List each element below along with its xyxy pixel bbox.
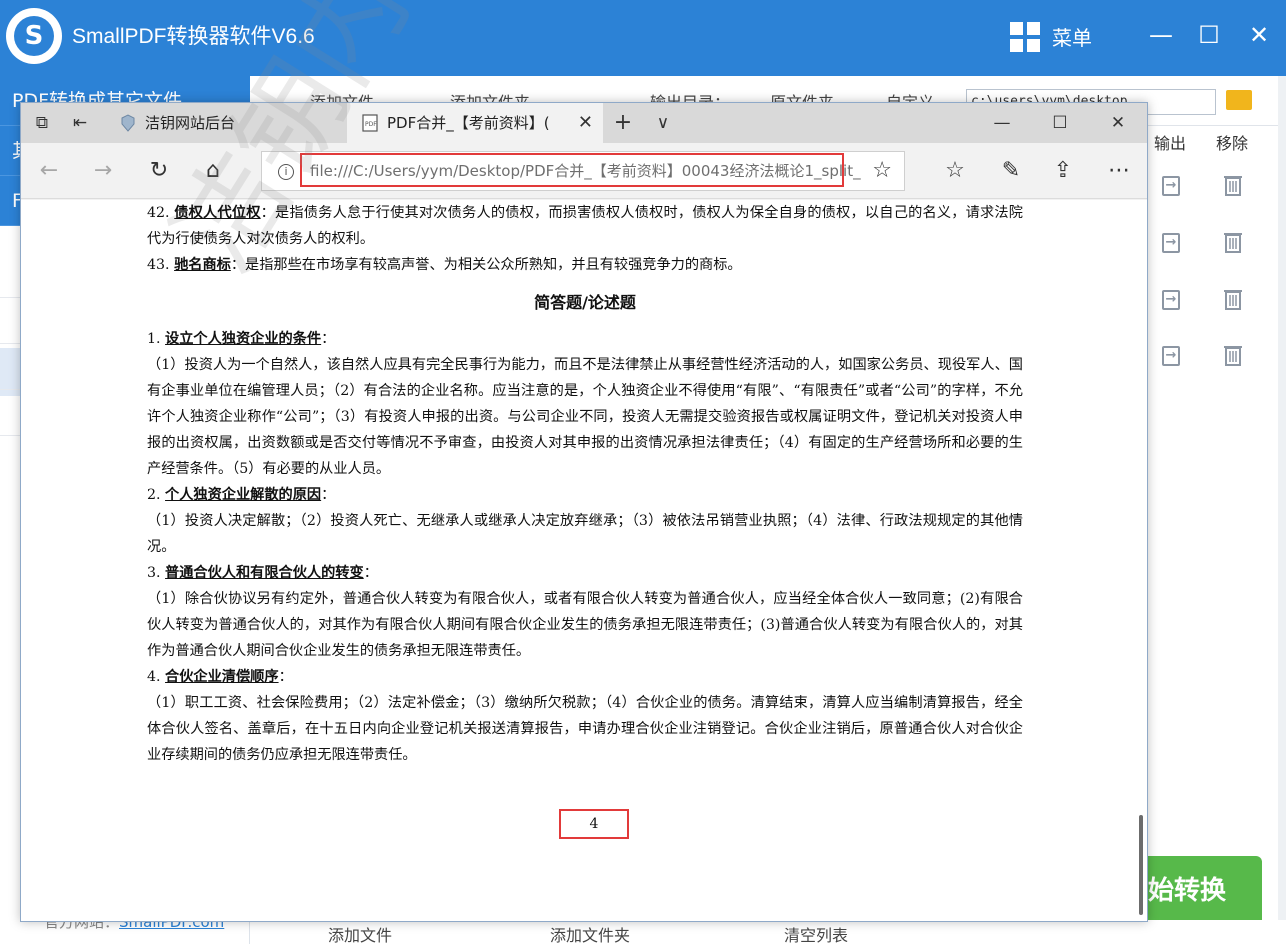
colon: ： <box>321 331 336 347</box>
trash-icon[interactable] <box>1224 231 1242 253</box>
menu-button[interactable]: 菜单 <box>1052 24 1092 52</box>
app-minimize-button[interactable]: — <box>1146 20 1176 50</box>
site-icon <box>121 114 135 132</box>
answer-body: （1）投资人为一个自然人，该自然人应具有完全民事行为能力，而且不是法律禁止从事经… <box>147 357 1023 477</box>
app-close-button[interactable]: ✕ <box>1244 20 1274 50</box>
question-title: 3. 普通合伙人和有限合伙人的转变： <box>147 560 1023 586</box>
pdf-viewer[interactable]: 洁钥内部资 42. 债权人代位权：是指债务人怠于行使其对次债务人的债权，而损害债… <box>21 0 1147 921</box>
more-options-icon[interactable]: ⋯ <box>1099 143 1139 199</box>
trash-icon[interactable] <box>1224 344 1242 366</box>
app-title: SmallPDF转换器软件V6.6 <box>72 25 315 48</box>
browser-minimize-button[interactable]: — <box>987 103 1017 143</box>
set-tabs-aside-icon[interactable]: ⇤ <box>63 103 97 143</box>
tab-label: PDF合并_【考前资料】( <box>387 114 550 132</box>
pdf-icon: PDF <box>362 114 378 132</box>
browser-close-button[interactable]: ✕ <box>1103 103 1133 143</box>
output-open-icon[interactable]: → <box>1162 290 1180 310</box>
answer-body: （1）投资人决定解散；（2）投资人死亡、无继承人或继承人决定放弃继承；（3）被依… <box>147 513 1023 555</box>
app-titlebar: S SmallPDF转换器软件V6.6 菜单 — ☐ ✕ <box>0 0 1286 76</box>
output-open-icon[interactable]: → <box>1162 346 1180 366</box>
web-note-pen-icon[interactable]: ✎ <box>991 143 1031 199</box>
tab-label: 洁钥网站后台 <box>145 114 236 132</box>
term: 驰名商标 <box>174 257 231 273</box>
share-icon[interactable]: ⇪ <box>1043 143 1083 199</box>
tab-actions-icon[interactable]: ⧉ <box>25 103 59 143</box>
bottom-add-folder-button[interactable]: 添加文件夹 <box>550 926 630 944</box>
favorites-list-icon[interactable]: ☆ <box>935 143 975 199</box>
home-icon[interactable]: ⌂ <box>193 143 233 199</box>
question-title: 1. 设立个人独资企业的条件： <box>147 326 1023 352</box>
refresh-icon[interactable]: ↻ <box>139 143 179 199</box>
question-term: 个人独资企业解散的原因 <box>165 487 322 503</box>
definition-text: ：是指债务人怠于行使其对次债务人的债权，而损害债权人债权时，债权人为保全自身的债… <box>147 205 1023 247</box>
question-term: 普通合伙人和有限合伙人的转变 <box>165 565 364 581</box>
answer-body: （1）除合伙协议另有约定外，普通合伙人转变为有限合伙人，或者有限合伙人转变为普通… <box>147 591 1023 659</box>
forward-arrow-icon[interactable]: → <box>83 143 123 199</box>
bottom-add-file-button[interactable]: 添加文件 <box>328 926 392 944</box>
info-icon[interactable]: i <box>278 164 294 180</box>
trash-icon[interactable] <box>1224 174 1242 196</box>
definition-paragraph: 43. 驰名商标：是指那些在市场享有较高声誉、为相关公众所熟知，并且有较强竞争力… <box>147 252 1023 278</box>
section-heading: 简答题/论述题 <box>534 293 636 312</box>
question-title: 4. 合伙企业清偿顺序： <box>147 664 1023 690</box>
menu-grid-icon[interactable] <box>1010 22 1040 52</box>
document-text: 42. 债权人代位权：是指债务人怠于行使其对次债务人的债权，而损害债权人债权时，… <box>147 200 1023 768</box>
question-title: 2. 个人独资企业解散的原因： <box>147 482 1023 508</box>
question-term: 合伙企业清偿顺序 <box>165 669 279 685</box>
browser-maximize-button[interactable]: ☐ <box>1045 103 1075 143</box>
term: 债权人代位权 <box>174 205 261 221</box>
column-remove: 移除 <box>1216 134 1249 153</box>
definition-text: ：是指那些在市场享有较高声誉、为相关公众所熟知，并且有较强竞争力的商标。 <box>230 257 742 273</box>
page-number: 4 <box>559 809 629 839</box>
scrollbar-thumb[interactable] <box>1139 815 1143 915</box>
new-tab-button[interactable]: + <box>609 103 637 143</box>
tab-list-chevron-icon[interactable]: ∨ <box>649 103 677 143</box>
pdf-page: 洁钥内部资 42. 债权人代位权：是指债务人怠于行使其对次债务人的债权，而损害债… <box>87 0 1079 914</box>
question-number: 1. <box>147 331 166 347</box>
colon: ： <box>321 487 336 503</box>
item-number: 42. <box>147 205 175 221</box>
url-highlight-box <box>300 153 844 187</box>
back-arrow-icon[interactable]: ← <box>29 143 69 199</box>
browser-window: ⧉ ⇤ 洁钥网站后台 PDF PDF合并_【考前资料】( ✕ + ∨ — ☐ ✕… <box>20 0 1148 922</box>
question-number: 4. <box>147 669 166 685</box>
output-open-icon[interactable]: → <box>1162 233 1180 253</box>
definition-paragraph: 42. 债权人代位权：是指债务人怠于行使其对次债务人的债权，而损害债权人债权时，… <box>147 200 1023 252</box>
tab-pdf-document[interactable]: PDF PDF合并_【考前资料】( ✕ <box>347 103 603 143</box>
question-number: 2. <box>147 487 166 503</box>
tab-site-admin[interactable]: 洁钥网站后台 <box>105 103 345 143</box>
question-term: 设立个人独资企业的条件 <box>165 331 322 347</box>
clear-list-button[interactable]: 清空列表 <box>784 926 848 944</box>
svg-text:PDF: PDF <box>365 121 377 128</box>
item-number: 43. <box>147 257 175 273</box>
app-logo-icon: S <box>6 8 62 64</box>
column-output: 输出 <box>1154 134 1187 153</box>
colon: ： <box>363 565 378 581</box>
address-bar[interactable]: i file:///C:/Users/yym/Desktop/PDF合并_【考前… <box>261 151 905 191</box>
trash-icon[interactable] <box>1224 288 1242 310</box>
app-bottom-bar: 添加文件 添加文件夹 清空列表 <box>250 920 1286 944</box>
folder-browse-icon[interactable] <box>1226 90 1252 110</box>
app-right-edge <box>1278 76 1286 944</box>
browser-tabbar: ⧉ ⇤ 洁钥网站后台 PDF PDF合并_【考前资料】( ✕ + ∨ — ☐ ✕ <box>21 103 1147 143</box>
tab-close-icon[interactable]: ✕ <box>578 103 593 143</box>
address-toolbar: ← → ↻ ⌂ i file:///C:/Users/yym/Desktop/P… <box>21 143 1147 199</box>
answer-body: （1）职工工资、社会保险费用；（2）法定补偿金；（3）缴纳所欠税款；（4）合伙企… <box>147 695 1023 763</box>
output-open-icon[interactable]: → <box>1162 176 1180 196</box>
favorite-star-icon[interactable]: ☆ <box>872 152 892 190</box>
colon: ： <box>278 669 293 685</box>
app-maximize-button[interactable]: ☐ <box>1194 20 1224 50</box>
question-number: 3. <box>147 565 166 581</box>
